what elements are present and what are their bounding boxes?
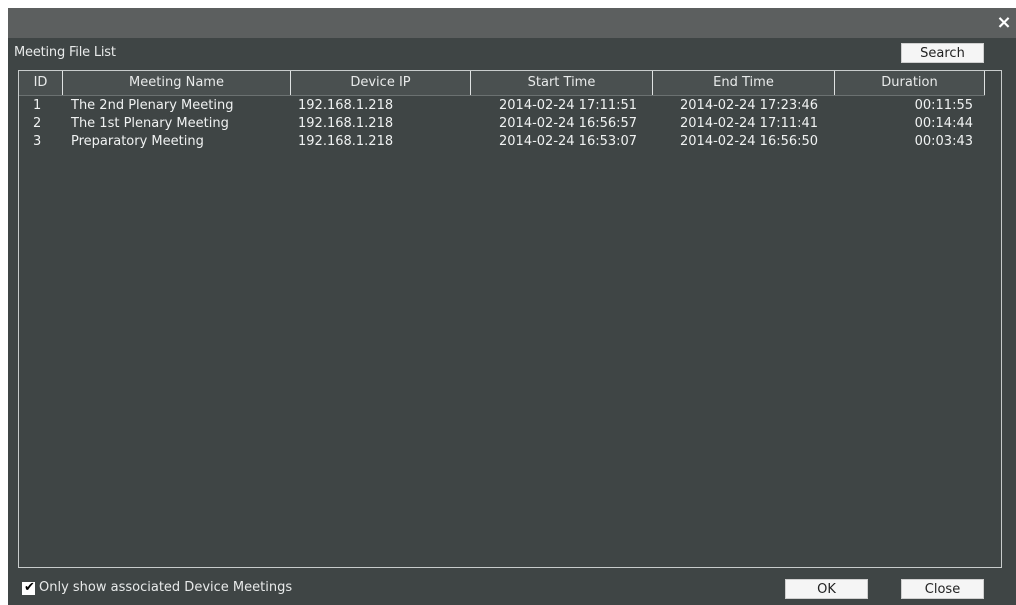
checkmark-icon: ✔ <box>24 580 35 595</box>
ok-button[interactable]: OK <box>785 579 868 599</box>
column-header-duration[interactable]: Duration <box>835 71 985 95</box>
cell-end-time: 2014-02-24 17:11:41 <box>680 116 819 131</box>
close-icon[interactable]: × <box>995 14 1013 32</box>
associated-meetings-checkbox[interactable]: ✔ <box>22 580 35 595</box>
cell-meeting-name: The 1st Plenary Meeting <box>71 116 229 131</box>
column-header-start-time[interactable]: Start Time <box>471 71 653 95</box>
list-header: ID Meeting Name Device IP Start Time End… <box>19 71 985 96</box>
cell-device-ip: 192.168.1.218 <box>298 134 394 149</box>
search-button[interactable]: Search <box>901 43 984 63</box>
meeting-file-list-dialog: × Meeting File List Search ID Meeting Na… <box>8 8 1016 605</box>
cell-duration: 00:11:55 <box>914 98 973 113</box>
table-row[interactable]: 2 The 1st Plenary Meeting 192.168.1.218 … <box>19 115 985 133</box>
cell-end-time: 2014-02-24 16:56:50 <box>680 134 819 149</box>
title-bar: × <box>8 8 1016 38</box>
table-row[interactable]: 3 Preparatory Meeting 192.168.1.218 2014… <box>19 133 985 151</box>
column-header-meeting-name[interactable]: Meeting Name <box>63 71 291 95</box>
cell-id: 3 <box>33 134 42 149</box>
cell-start-time: 2014-02-24 17:11:51 <box>499 98 638 113</box>
section-title: Meeting File List <box>14 45 116 60</box>
cell-device-ip: 192.168.1.218 <box>298 116 394 131</box>
cell-duration: 00:03:43 <box>914 134 973 149</box>
column-header-id[interactable]: ID <box>19 71 63 95</box>
associated-meetings-label[interactable]: Only show associated Device Meetings <box>39 580 292 595</box>
cell-meeting-name: Preparatory Meeting <box>71 134 204 149</box>
cell-end-time: 2014-02-24 17:23:46 <box>680 98 819 113</box>
column-header-device-ip[interactable]: Device IP <box>291 71 471 95</box>
table-row[interactable]: 1 The 2nd Plenary Meeting 192.168.1.218 … <box>19 97 985 115</box>
cell-start-time: 2014-02-24 16:56:57 <box>499 116 638 131</box>
meeting-list[interactable]: ID Meeting Name Device IP Start Time End… <box>18 70 1002 568</box>
cell-device-ip: 192.168.1.218 <box>298 98 394 113</box>
column-header-end-time[interactable]: End Time <box>653 71 835 95</box>
cell-meeting-name: The 2nd Plenary Meeting <box>71 98 234 113</box>
cell-start-time: 2014-02-24 16:53:07 <box>499 134 638 149</box>
close-button[interactable]: Close <box>901 579 984 599</box>
cell-id: 1 <box>33 98 42 113</box>
cell-duration: 00:14:44 <box>914 116 973 131</box>
cell-id: 2 <box>33 116 42 131</box>
